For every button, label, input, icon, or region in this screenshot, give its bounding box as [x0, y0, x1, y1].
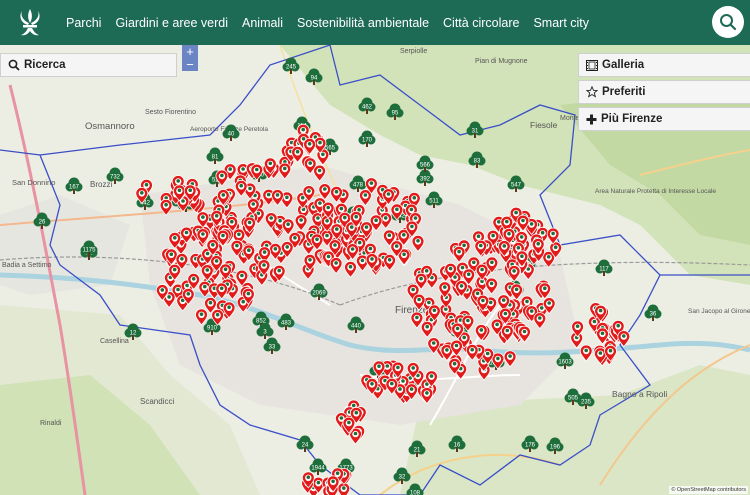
- map-place-label: Brozzi: [90, 180, 112, 189]
- tree-cluster-count: 176: [525, 443, 536, 449]
- tree-cluster-count: 566: [420, 163, 431, 169]
- map-place-label: San Donnino: [12, 178, 55, 187]
- tree-cluster-count: 167: [69, 185, 80, 191]
- tree-cluster-count: 511: [429, 199, 439, 205]
- tree-cluster-count: 83: [474, 159, 481, 165]
- top-navbar: Parchi Giardini e aree verdi Animali Sos…: [0, 0, 750, 45]
- search-panel-toggle[interactable]: Ricerca: [0, 53, 177, 77]
- map-place-label: Pian di Mugnone: [475, 58, 528, 65]
- favorites-label: Preferiti: [602, 86, 646, 98]
- tree-cluster-count: 547: [511, 183, 522, 189]
- nav-sostenibilita[interactable]: Sostenibilità ambientale: [297, 16, 429, 30]
- main-nav: Parchi Giardini e aree verdi Animali Sos…: [66, 16, 603, 30]
- map-attribution: © OpenStreetMap contributors: [669, 486, 748, 494]
- more-florence-label: Più Firenze: [601, 113, 663, 125]
- florence-lily-logo-icon[interactable]: [10, 0, 50, 45]
- map-place-label: Sesto Fiorentino: [145, 109, 196, 116]
- favorites-panel-toggle[interactable]: Preferiti: [578, 80, 750, 104]
- star-icon: [586, 86, 598, 98]
- tree-cluster-count: 16: [454, 443, 461, 449]
- tree-cluster-count: 462: [362, 105, 373, 111]
- tree-cluster-count: 1603: [558, 360, 572, 366]
- tree-cluster-count: 26: [39, 220, 46, 226]
- map-place-label: Rinaldi: [40, 420, 62, 427]
- map-place-label: Area Naturale Protetta di Interesse Loca…: [595, 188, 716, 195]
- nav-smart-city[interactable]: Smart city: [533, 16, 589, 30]
- tree-cluster-count: 440: [351, 324, 362, 330]
- tree-cluster-count: 40: [228, 132, 235, 138]
- search-icon: [8, 59, 20, 71]
- zoom-out-button[interactable]: −: [182, 58, 198, 71]
- gallery-label: Galleria: [602, 59, 645, 71]
- tree-cluster-count: 2069: [312, 291, 326, 297]
- tree-cluster-count: 505: [568, 396, 579, 402]
- tree-cluster-count: 196: [550, 445, 561, 451]
- tree-cluster-count: 732: [110, 175, 121, 181]
- search-icon: [720, 14, 737, 31]
- tree-cluster-count: 235: [581, 400, 592, 406]
- map-place-label: Osmannoro: [85, 121, 135, 132]
- search-panel-label: Ricerca: [24, 59, 66, 71]
- map-place-label: Scandicci: [140, 397, 174, 406]
- tree-cluster-count: 245: [286, 65, 297, 71]
- tree-cluster-count: 483: [281, 321, 292, 327]
- tree-cluster-count: 170: [362, 138, 373, 144]
- map-place-label: Serpiolle: [400, 48, 427, 55]
- nav-parchi[interactable]: Parchi: [66, 16, 101, 30]
- map-place-label: Fiesole: [530, 120, 558, 130]
- search-button[interactable]: [712, 6, 744, 38]
- film-icon: [586, 59, 598, 71]
- plus-icon: [586, 114, 597, 124]
- tree-cluster-count: 108: [410, 491, 421, 495]
- tree-cluster-count: 32: [399, 475, 406, 481]
- tree-cluster-count: 1175: [83, 248, 97, 254]
- tree-cluster-count: 36: [650, 312, 657, 318]
- tree-cluster-count: 117: [599, 267, 609, 273]
- tree-cluster-count: 24: [302, 443, 309, 449]
- map-place-label: Casellina: [100, 338, 129, 345]
- gallery-panel-toggle[interactable]: Galleria: [578, 53, 750, 77]
- tree-cluster-count: 21: [414, 448, 421, 454]
- tree-cluster-count: 95: [392, 111, 399, 117]
- tree-cluster-count: 478: [353, 183, 364, 189]
- nav-animali[interactable]: Animali: [242, 16, 283, 30]
- map-place-label: Bagno a Ripoli: [612, 389, 667, 399]
- tree-cluster-count: 910: [207, 326, 218, 332]
- nav-citta-circolare[interactable]: Città circolare: [443, 16, 519, 30]
- tree-cluster-count: 94: [311, 76, 318, 82]
- more-florence-panel-toggle[interactable]: Più Firenze: [578, 107, 750, 131]
- map-place-label: Badia a Settimo: [2, 262, 52, 269]
- tree-cluster-count: 12: [130, 331, 137, 337]
- nav-giardini[interactable]: Giardini e aree verdi: [115, 16, 228, 30]
- map-place-label: San Jacopo al Girone: [688, 308, 750, 315]
- tree-cluster-count: 1944: [311, 466, 325, 472]
- tree-cluster-count: 31: [472, 129, 479, 135]
- tree-cluster-count: 81: [212, 155, 219, 161]
- zoom-control: + −: [182, 45, 198, 71]
- tree-cluster-count: 33: [269, 345, 276, 351]
- tree-cluster-count: 392: [420, 177, 431, 183]
